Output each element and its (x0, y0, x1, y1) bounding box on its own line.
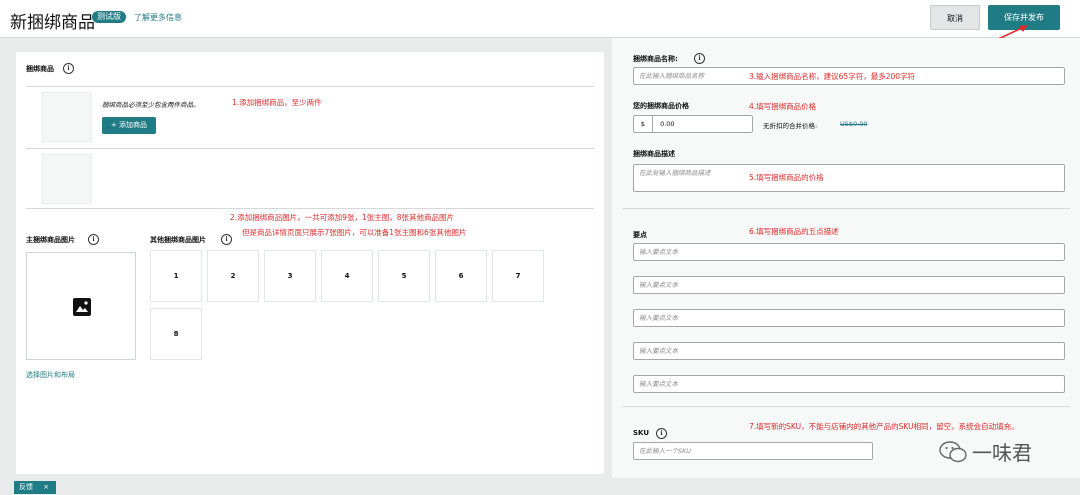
image-icon (73, 298, 91, 316)
learn-more-link[interactable]: 了解更多信息 (134, 12, 182, 23)
add-item-button[interactable]: + 添加商品 (102, 117, 156, 134)
annotation-6: 6.填写捆绑商品的五点描述 (749, 227, 839, 236)
info-icon[interactable]: i (88, 234, 99, 245)
right-panel: 捆绑商品名称: i 在此输入捆绑商品名称 3.输入捆绑商品名称，建议65字符，最… (612, 38, 1080, 478)
item-image-placeholder (42, 92, 92, 142)
other-images-label: 其他捆绑商品图片 (150, 236, 206, 244)
bundle-price-label: 您的捆绑商品价格 (633, 102, 689, 110)
sku-input[interactable]: 在此输入一个SKU (633, 442, 873, 460)
divider (622, 406, 1070, 407)
annotation-7: 7.填写新的SKU，不能与店铺内的其他产品的SKU相同，留空，系统会自动填充。 (749, 422, 1019, 431)
image-slot[interactable]: 6 (435, 250, 487, 302)
info-icon[interactable]: i (656, 428, 667, 439)
image-slot[interactable]: 7 (492, 250, 544, 302)
feedback-tab[interactable]: 反馈 × (14, 481, 56, 494)
top-bar: 新捆绑商品 测试版 了解更多信息 取消 保存并发布 (0, 0, 1080, 38)
no-discount-value: US$0.00 (840, 120, 868, 128)
feedback-label: 反馈 (19, 483, 33, 491)
bundle-description-label: 捆绑商品描述 (633, 150, 675, 158)
feedback-close-icon[interactable]: × (43, 483, 49, 491)
image-slot[interactable]: 5 (378, 250, 430, 302)
cancel-button[interactable]: 取消 (930, 5, 980, 30)
annotation-2-line1: 2.添加捆绑商品图片，一共可添加9张，1张主图，8张其他商品图片 (230, 213, 454, 222)
page-title: 新捆绑商品 (10, 13, 95, 33)
annotation-1: 1.添加捆绑商品，至少两件 (232, 98, 322, 107)
watermark-text: 一味君 (972, 441, 1032, 465)
left-panel: 捆绑商品 i 捆绑商品必须至少包含两件商品。 1.添加捆绑商品，至少两件 + 添… (16, 52, 604, 474)
divider (26, 208, 594, 209)
bullet-point-input[interactable]: 输入要点文本 (633, 243, 1065, 261)
image-slot[interactable]: 8 (150, 308, 202, 360)
min-items-hint: 捆绑商品必须至少包含两件商品。 (102, 101, 200, 109)
bullet-point-input[interactable]: 输入要点文本 (633, 309, 1065, 327)
annotation-2-line2: 但是商品详情页面只展示7张图片，可以准备1张主图和6张其他图片 (242, 228, 467, 237)
price-input[interactable]: $ 0.00 (633, 115, 753, 133)
main-image-dropzone[interactable] (26, 252, 136, 360)
currency-symbol: $ (634, 116, 653, 132)
image-slot[interactable]: 4 (321, 250, 373, 302)
divider (622, 208, 1070, 209)
info-icon[interactable]: i (63, 63, 74, 74)
image-slot[interactable]: 1 (150, 250, 202, 302)
price-value: 0.00 (660, 120, 675, 128)
divider (26, 86, 594, 87)
image-slot[interactable]: 2 (207, 250, 259, 302)
info-icon[interactable]: i (694, 53, 705, 64)
bundle-items-label: 捆绑商品 (26, 65, 54, 73)
annotation-3: 3.输入捆绑商品名称，建议65字符，最多200字符 (749, 72, 916, 81)
item-image-placeholder (42, 154, 92, 204)
beta-badge: 测试版 (92, 11, 126, 23)
bullet-points-label: 要点 (633, 231, 647, 239)
select-images-link[interactable]: 选择图片和布局 (26, 370, 75, 380)
no-discount-label: 无折扣的合并价格: (763, 122, 818, 130)
sku-label: SKU (633, 429, 650, 437)
image-slot[interactable]: 3 (264, 250, 316, 302)
info-icon[interactable]: i (221, 234, 232, 245)
bundle-description-textarea[interactable]: 在此处输入捆绑商品描述 (633, 164, 1065, 192)
main-image-label: 主捆绑商品图片 (26, 236, 75, 244)
bullet-point-input[interactable]: 输入要点文本 (633, 375, 1065, 393)
annotation-4: 4.填写捆绑商品价格 (749, 102, 817, 111)
divider (26, 148, 594, 149)
watermark: 一味君 (938, 437, 1032, 466)
annotation-5: 5.填写捆绑商品的价格 (749, 173, 824, 182)
bundle-name-label: 捆绑商品名称: (633, 55, 678, 63)
bullet-point-input[interactable]: 输入要点文本 (633, 342, 1065, 360)
wechat-icon (939, 440, 967, 462)
bullet-point-input[interactable]: 输入要点文本 (633, 276, 1065, 294)
